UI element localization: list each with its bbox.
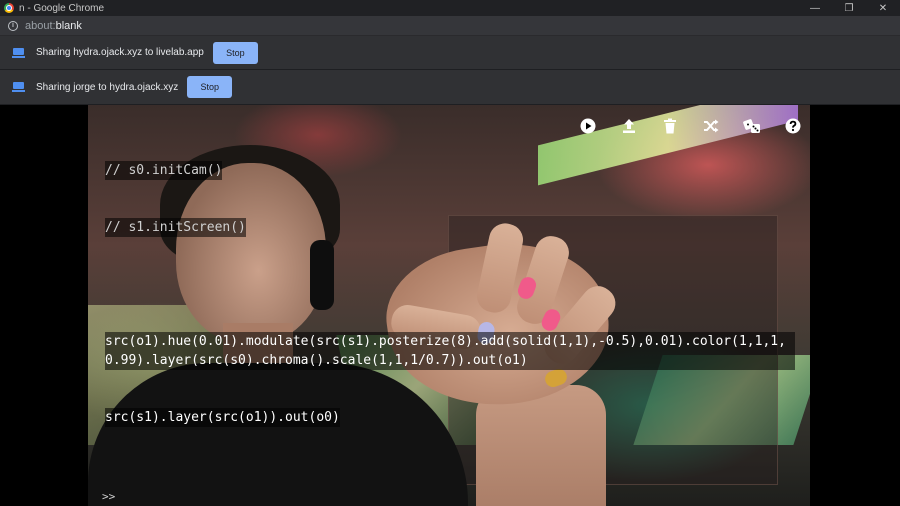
stop-sharing-button[interactable]: Stop (212, 41, 258, 64)
play-icon[interactable] (578, 116, 598, 136)
restore-button[interactable]: ❐ (832, 0, 866, 16)
window-controls: — ❐ ✕ (798, 0, 900, 16)
close-button[interactable]: ✕ (866, 0, 900, 16)
share-message: Sharing jorge to hydra.ojack.xyz (36, 81, 179, 93)
url-host: blank (55, 19, 82, 32)
dice-icon[interactable] (742, 116, 762, 136)
console-prompt[interactable]: >> (102, 490, 115, 503)
upload-icon[interactable] (619, 116, 639, 136)
window-title: n - Google Chrome (19, 2, 105, 14)
screen-share-bar: Sharing hydra.ojack.xyz to livelab.app S… (0, 36, 900, 70)
hydra-code-editor[interactable]: // s0.initCam() // s1.initScreen() src(o… (105, 123, 795, 465)
code-comment[interactable]: // s0.initCam() (105, 161, 223, 180)
screen-share-icon (12, 47, 25, 58)
url-scheme: about: (25, 19, 56, 32)
code-line[interactable]: src(s1).layer(src(o1)).out(o0) (105, 408, 340, 427)
help-icon[interactable] (783, 116, 803, 136)
chrome-logo-icon (4, 3, 14, 13)
code-comment[interactable]: // s1.initScreen() (105, 218, 246, 237)
stop-sharing-button[interactable]: Stop (187, 76, 233, 98)
title-bar: n - Google Chrome — ❐ ✕ (0, 0, 900, 16)
hydra-toolbar (578, 116, 803, 136)
trash-icon[interactable] (660, 116, 680, 136)
info-icon[interactable]: i (8, 20, 18, 31)
share-message: Sharing hydra.ojack.xyz to livelab.app (36, 47, 204, 58)
shuffle-icon[interactable] (701, 116, 721, 136)
screen-share-bar: Sharing jorge to hydra.ojack.xyz Stop (0, 70, 900, 105)
minimize-button[interactable]: — (798, 0, 832, 16)
screen-share-icon (12, 82, 25, 92)
hydra-stage: // s0.initCam() // s1.initScreen() src(o… (0, 105, 900, 506)
code-line[interactable]: src(o1).hue(0.01).modulate(src(s1).poste… (105, 332, 795, 370)
address-bar[interactable]: i about: blank (0, 16, 900, 36)
